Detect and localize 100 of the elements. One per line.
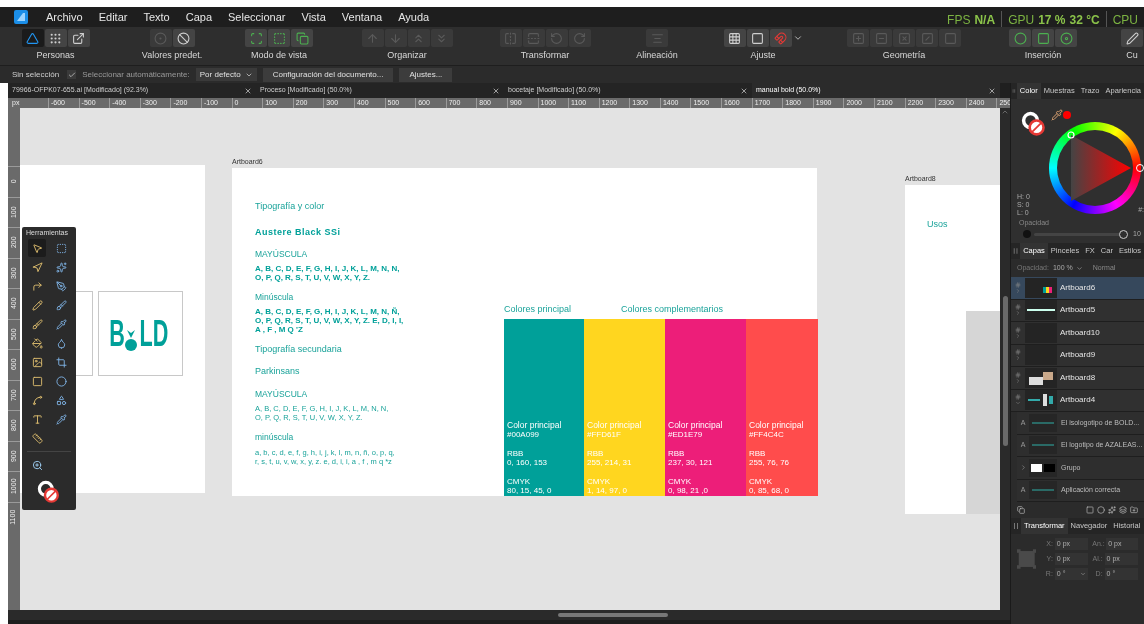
layer-row[interactable]: Artboard8 bbox=[1011, 367, 1144, 390]
auto-select-checkbox[interactable] bbox=[67, 70, 77, 79]
mask-icon[interactable] bbox=[1086, 506, 1094, 514]
close-icon[interactable] bbox=[244, 86, 252, 95]
tool-button[interactable] bbox=[28, 239, 46, 257]
swatch-hex: #FF4C4C bbox=[749, 430, 785, 439]
close-icon[interactable] bbox=[988, 86, 996, 95]
menu-item[interactable]: Texto bbox=[135, 8, 178, 26]
toolbar-button[interactable] bbox=[291, 29, 313, 48]
menu-item[interactable]: Archivo bbox=[38, 8, 91, 26]
node-icon bbox=[31, 261, 43, 273]
toolbar-button[interactable] bbox=[172, 29, 195, 48]
disc-icon bbox=[1059, 31, 1073, 45]
menu-item[interactable]: Seleccionar bbox=[220, 8, 294, 26]
pipette-icon bbox=[55, 318, 67, 330]
rotate-left-icon bbox=[550, 31, 563, 45]
toolbar-button[interactable] bbox=[21, 29, 44, 48]
swatch-name: Color principal bbox=[749, 421, 805, 430]
close-icon[interactable] bbox=[740, 86, 748, 95]
layer-name: Artboard5 bbox=[1060, 304, 1096, 317]
layer-name: Artboard10 bbox=[1060, 326, 1100, 339]
font-name: Austere Black SSi bbox=[255, 225, 342, 239]
copy-icon[interactable] bbox=[1017, 506, 1025, 514]
menu-item[interactable]: Capa bbox=[177, 8, 221, 26]
menu-item[interactable]: Ayuda bbox=[390, 8, 438, 26]
horizontal-scrollbar[interactable] bbox=[8, 610, 1010, 620]
toolbar-button[interactable] bbox=[1009, 29, 1031, 48]
layer-thumbnail bbox=[1025, 390, 1057, 411]
square-x-icon bbox=[897, 31, 911, 45]
toolbar-group-label: Alineación bbox=[636, 49, 678, 63]
color-heading: Colores principal bbox=[504, 303, 572, 316]
swatch-rgb: 255, 76, 76 bbox=[749, 458, 791, 467]
menu-item[interactable]: Ventana bbox=[333, 8, 391, 26]
layer-thumbnail bbox=[1029, 481, 1057, 500]
scroll-up-icon[interactable] bbox=[1001, 108, 1009, 116]
toolbar-button[interactable] bbox=[746, 29, 769, 48]
layer-row[interactable]: Artboard10 bbox=[1011, 322, 1144, 345]
caret-icon bbox=[1080, 571, 1087, 577]
flip-horizontal-icon bbox=[504, 31, 517, 45]
layer-row[interactable]: Artboard9 bbox=[1011, 344, 1144, 367]
case-label: MAYÚSCULA bbox=[255, 248, 309, 261]
square-slash-icon bbox=[920, 31, 934, 45]
layers-icon[interactable] bbox=[1119, 506, 1127, 514]
toolbar-button[interactable] bbox=[44, 29, 67, 48]
toolbar-button[interactable] bbox=[1121, 29, 1143, 48]
ruler-icon bbox=[31, 432, 43, 444]
square-plus-icon bbox=[851, 31, 865, 45]
adjustment-icon[interactable] bbox=[1097, 506, 1105, 514]
swatch-cmyk: 80, 15, 45, 0 bbox=[507, 486, 553, 495]
dashed-square-icon bbox=[272, 31, 286, 45]
grip-icon[interactable] bbox=[1011, 522, 1021, 530]
close-icon[interactable] bbox=[492, 86, 500, 95]
folder-icon[interactable] bbox=[1130, 506, 1138, 514]
context-button[interactable]: Ajustes... bbox=[399, 67, 453, 82]
swatch-rgb-label: RBB bbox=[587, 449, 605, 458]
fill-stroke-icon[interactable] bbox=[37, 480, 61, 504]
swatch-hex: #00A099 bbox=[507, 430, 541, 439]
shapes-icon bbox=[55, 394, 67, 406]
layer-thumbnail bbox=[1025, 277, 1057, 298]
menu-item[interactable]: Editar bbox=[90, 8, 136, 26]
slider-thumb[interactable] bbox=[1119, 229, 1129, 239]
menu-item[interactable]: Vista bbox=[293, 8, 334, 26]
layer-row[interactable]: Artboard5 bbox=[1011, 299, 1144, 322]
toolbar-button[interactable] bbox=[723, 29, 746, 48]
fill-stroke-icon[interactable] bbox=[1021, 111, 1047, 137]
app-logo-icon[interactable] bbox=[14, 10, 28, 24]
square-icon bbox=[31, 375, 43, 387]
toolbar-button[interactable] bbox=[1055, 29, 1077, 48]
curve-icon bbox=[31, 394, 43, 406]
square-icon bbox=[943, 31, 957, 45]
case-label: MAYÚSCULA bbox=[255, 387, 309, 401]
vertical-scrollbar[interactable] bbox=[1000, 108, 1010, 610]
toolbar-button[interactable] bbox=[268, 29, 290, 48]
toolbar-button[interactable] bbox=[1032, 29, 1054, 48]
toolbar-button[interactable] bbox=[67, 29, 90, 48]
caret-icon bbox=[1075, 264, 1083, 272]
eyedropper-icon[interactable] bbox=[1051, 109, 1063, 121]
layer-row[interactable]: Artboard6 bbox=[1011, 277, 1144, 300]
expand-icon[interactable] bbox=[1019, 464, 1027, 472]
logo-initial: B bbox=[108, 315, 125, 352]
layer-row[interactable]: Artboard4 bbox=[1011, 389, 1144, 412]
swatch-name: Color principal bbox=[507, 421, 563, 430]
flip-vertical-icon bbox=[527, 31, 540, 45]
stat-label: CPU bbox=[1112, 12, 1138, 29]
grid-icon bbox=[49, 31, 62, 45]
pipette-icon bbox=[55, 413, 67, 425]
context-button[interactable]: Configuración del documento... bbox=[262, 67, 394, 82]
layer-name: Artboard8 bbox=[1060, 371, 1096, 384]
color-heading: Colores complementarios bbox=[621, 303, 724, 316]
mode-dropdown[interactable]: Por defecto bbox=[195, 68, 257, 81]
toolbar-group-label: Cu bbox=[1126, 49, 1138, 63]
effects-icon[interactable] bbox=[1108, 506, 1116, 514]
toolbar-button[interactable] bbox=[245, 29, 267, 48]
swatch-cmyk: 0, 85, 68, 0 bbox=[749, 486, 791, 495]
swatch-cmyk-label: CMYK bbox=[587, 477, 612, 486]
ban-icon bbox=[177, 31, 190, 45]
corner-icon bbox=[31, 280, 43, 292]
toolbar-group-label: Geometría bbox=[882, 49, 926, 63]
magnet-icon bbox=[774, 31, 787, 45]
opacity-slider[interactable] bbox=[1034, 229, 1126, 239]
